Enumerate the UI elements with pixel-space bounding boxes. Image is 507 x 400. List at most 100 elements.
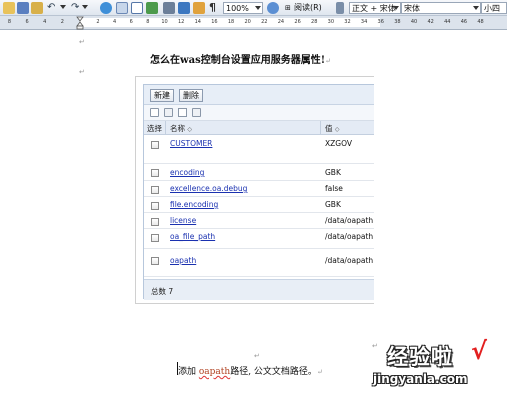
icon-bar (144, 105, 374, 121)
property-name-link[interactable]: license (170, 216, 196, 225)
insert-table-icon[interactable] (131, 2, 143, 14)
open-icon[interactable] (3, 2, 15, 14)
property-value: GBK (325, 200, 341, 209)
ruler-tick-label: 6 (129, 19, 133, 25)
check-icon: √ (471, 337, 488, 365)
property-name-link[interactable]: file.encoding (170, 200, 218, 209)
ruler-tick-label: 34 (360, 19, 368, 25)
row-checkbox[interactable] (151, 186, 159, 194)
sort-icon: ◇ (187, 126, 193, 133)
new-button[interactable]: 新建 (150, 89, 174, 102)
font-select[interactable]: 宋体 (401, 2, 481, 14)
font-size-select[interactable]: 小四 (481, 2, 507, 14)
chevron-down-icon (473, 6, 479, 10)
property-value: XZGOV (325, 139, 352, 148)
property-name-link[interactable]: oapath (170, 256, 196, 265)
row-checkbox[interactable] (151, 169, 159, 177)
row-checkbox[interactable] (151, 202, 159, 210)
clear-filter-icon[interactable] (192, 108, 201, 117)
watermark-url: jingyanla.com (373, 372, 468, 386)
document-map-icon[interactable] (193, 2, 205, 14)
select-all-icon[interactable] (150, 108, 159, 117)
property-name-link[interactable]: oa_file_path (170, 232, 215, 241)
ruler-tick-label: 4 (43, 19, 47, 25)
column-header-name[interactable]: 名称 ◇ (170, 123, 192, 134)
embedded-screenshot[interactable]: 新建 删除 选择 名称 ◇ 值 ◇ CUSTOMER XZGOV encodin… (135, 76, 374, 304)
sort-icon: ◇ (334, 126, 340, 133)
horizontal-ruler[interactable]: 8 6 4 2 2 4 6 8 10 12 14 16 18 20 22 24 26 28 30 32 34 36 38 40… (0, 16, 507, 30)
show-filter-icon[interactable] (178, 108, 187, 117)
style-value: 正文 + 宋体 (352, 4, 396, 13)
property-value: false (325, 184, 343, 193)
style-select[interactable]: 正文 + 宋体 (349, 2, 401, 14)
table-row: file.encoding GBK (144, 197, 374, 213)
property-name-link[interactable]: excellence.oa.debug (170, 184, 247, 193)
font-size-value: 小四 (484, 4, 500, 13)
ruler-tick-label: 42 (427, 19, 434, 25)
chevron-down-icon (255, 6, 261, 10)
ruler-tick-label: 6 (25, 19, 29, 25)
tables-borders-icon[interactable] (116, 2, 128, 14)
table-header: 选择 名称 ◇ 值 ◇ (144, 121, 374, 135)
total-count: 总数 7 (151, 287, 174, 296)
table-row: oa_file_path /data/oapath (144, 229, 374, 249)
ruler-tick-label: 8 (7, 19, 12, 25)
read-mode-button[interactable]: ⊞ 阅读(R) (283, 2, 333, 14)
delete-button[interactable]: 删除 (179, 89, 203, 102)
property-value: GBK (325, 168, 341, 177)
ruler-tick-label: 48 (477, 19, 484, 25)
custom-properties-panel: 新建 删除 选择 名称 ◇ 值 ◇ CUSTOMER XZGOV encodin… (143, 84, 374, 300)
redo-dropdown-icon[interactable] (82, 2, 89, 14)
drawing-icon[interactable] (178, 2, 190, 14)
ruler-tick-label: 30 (327, 19, 335, 25)
row-checkbox[interactable] (151, 141, 159, 149)
table-row: oapath /data/oapath (144, 249, 374, 277)
chevron-down-icon (393, 6, 399, 10)
ruler-tick-label: 12 (177, 19, 185, 25)
row-checkbox[interactable] (151, 257, 159, 265)
insert-excel-icon[interactable] (146, 2, 158, 14)
spell-error-word: oapath (198, 367, 231, 377)
columns-icon[interactable] (163, 2, 175, 14)
zoom-select[interactable]: 100% (223, 2, 263, 14)
spellcheck-icon[interactable] (31, 2, 43, 14)
ruler-tick-label: 32 (344, 19, 351, 25)
ruler-tick-label: 28 (311, 19, 318, 25)
indent-markers-icon[interactable] (76, 16, 84, 30)
deselect-all-icon[interactable] (164, 108, 173, 117)
save-icon[interactable] (17, 2, 29, 14)
property-value: /data/oapath (325, 256, 374, 265)
ruler-tick-label: 40 (410, 19, 418, 25)
undo-dropdown-icon[interactable] (60, 2, 67, 14)
property-name-link[interactable]: CUSTOMER (170, 139, 212, 148)
zoom-value: 100% (226, 4, 249, 13)
property-name-link[interactable]: encoding (170, 168, 204, 177)
paragraph-mark: ↵ (79, 38, 85, 46)
ruler-tick-label: 36 (377, 19, 384, 25)
help-icon[interactable] (267, 2, 279, 14)
table-row: CUSTOMER XZGOV (144, 135, 374, 164)
ruler-tick-label: 2 (60, 19, 64, 25)
column-header-select: 选择 (147, 124, 162, 133)
undo-icon[interactable]: ↶ (47, 2, 57, 14)
redo-icon[interactable]: ↷ (71, 2, 81, 14)
hyperlink-icon[interactable] (100, 2, 112, 14)
ruler-tick-label: 10 (161, 19, 168, 25)
row-checkbox[interactable] (151, 218, 159, 226)
ruler-tick-label: 22 (261, 19, 268, 25)
ruler-tick-label: 38 (394, 19, 401, 25)
show-hide-icon[interactable]: ¶ (209, 2, 219, 14)
ruler-tick-label: 4 (113, 19, 117, 25)
word-toolbar: ↶ ↷ ¶ 100% ⊞ 阅读(R) 正文 + 宋体 宋体 小四 (0, 0, 507, 16)
font-value: 宋体 (404, 4, 420, 13)
property-value: /data/oapath (325, 232, 374, 241)
paragraph-mark: ↵ (79, 68, 85, 76)
column-header-value[interactable]: 值 ◇ (325, 123, 340, 134)
table-row: excellence.oa.debug false (144, 181, 374, 197)
button-bar: 新建 删除 (144, 85, 374, 105)
styles-pane-icon[interactable] (336, 2, 344, 14)
ruler-tick-label: 2 (96, 19, 100, 25)
caption-paragraph[interactable]: 添加 oapath路径, 公文文档路径。↵ (178, 364, 323, 377)
row-checkbox[interactable] (151, 234, 159, 242)
ruler-tick-label: 16 (211, 19, 218, 25)
